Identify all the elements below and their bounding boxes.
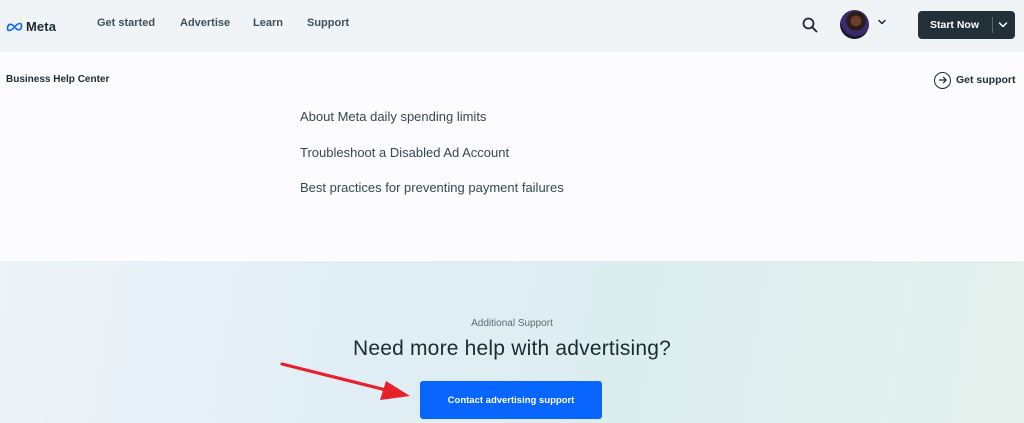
business-help-center-link[interactable]: Business Help Center	[6, 74, 109, 85]
nav-learn[interactable]: Learn	[253, 17, 283, 29]
meta-infinity-icon	[6, 22, 23, 31]
search-icon	[802, 17, 818, 33]
contact-advertising-support-button[interactable]: Contact advertising support	[420, 381, 602, 419]
meta-logo[interactable]: Meta	[6, 16, 56, 36]
contact-button-label: Contact advertising support	[447, 394, 575, 406]
help-content-area	[0, 52, 1024, 260]
start-now-button[interactable]: Start Now	[918, 11, 1015, 39]
section-headline: Need more help with advertising?	[352, 337, 672, 360]
chevron-down-icon[interactable]	[877, 17, 887, 27]
arrow-right-circle-icon	[934, 71, 951, 89]
nav-support[interactable]: Support	[307, 17, 349, 29]
avatar[interactable]	[840, 10, 869, 39]
top-navigation: Meta Get started Advertise Learn Support…	[0, 0, 1024, 52]
button-divider	[992, 17, 993, 33]
section-eyebrow: Additional Support	[471, 318, 553, 329]
start-now-label: Start Now	[930, 19, 980, 31]
search-button[interactable]	[800, 14, 820, 36]
get-support-label: Get support	[956, 74, 1016, 86]
nav-advertise[interactable]: Advertise	[180, 17, 230, 29]
article-link-disabled-account[interactable]: Troubleshoot a Disabled Ad Account	[300, 145, 509, 160]
get-support-link[interactable]: Get support	[934, 71, 1016, 89]
article-link-spending-limits[interactable]: About Meta daily spending limits	[300, 109, 486, 124]
chevron-down-icon[interactable]	[998, 21, 1008, 29]
article-link-payment-failures[interactable]: Best practices for preventing payment fa…	[300, 180, 564, 195]
annotation-arrow-icon	[280, 362, 410, 400]
nav-get-started[interactable]: Get started	[97, 17, 155, 29]
logo-text: Meta	[26, 18, 57, 34]
